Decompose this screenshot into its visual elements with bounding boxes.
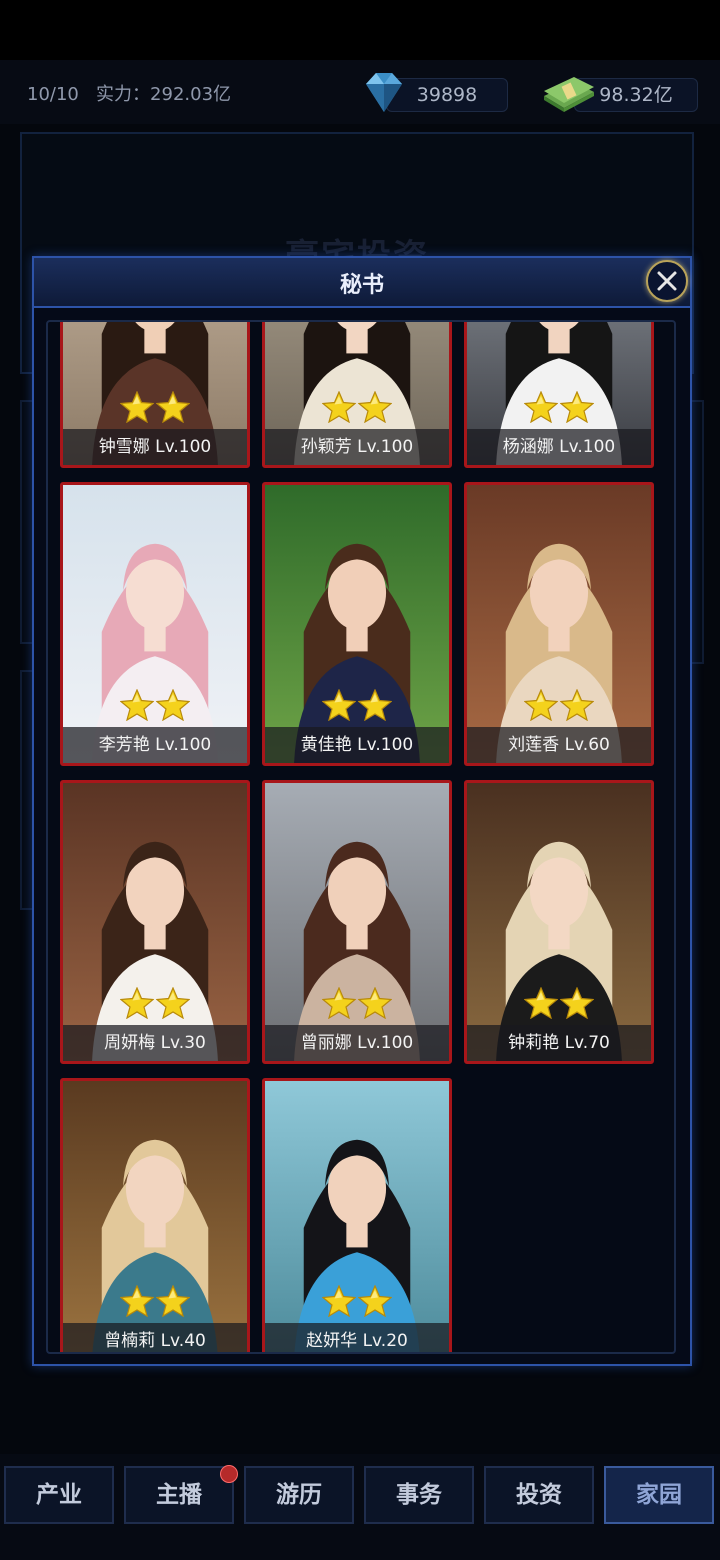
secretary-grid: 钟雪娜 Lv.100 孙颖芳 Lv.100 杨涵娜 Lv.100 李芳艳 Lv.100… [60, 322, 662, 1352]
star-icon [357, 986, 393, 1020]
secretary-card[interactable]: 周妍梅 Lv.30 [60, 780, 250, 1064]
star-rating [63, 688, 247, 725]
secretary-name: 赵妍华 Lv.20 [265, 1323, 449, 1352]
secretary-name: 周妍梅 Lv.30 [63, 1025, 247, 1061]
tab-3[interactable]: 事务 [364, 1466, 474, 1524]
secretary-name: 钟雪娜 Lv.100 [63, 429, 247, 465]
secretary-name: 曾丽娜 Lv.100 [265, 1025, 449, 1061]
star-icon [357, 390, 393, 424]
star-rating [63, 1284, 247, 1321]
star-icon [321, 688, 357, 722]
slot-count: 10/10 [27, 84, 79, 105]
secretary-name: 孙颖芳 Lv.100 [265, 429, 449, 465]
secretary-card[interactable]: 李芳艳 Lv.100 [60, 482, 250, 766]
cash-value: 98.32亿 [599, 84, 673, 106]
star-icon [119, 986, 155, 1020]
star-icon [321, 986, 357, 1020]
star-icon [155, 688, 191, 722]
star-rating [467, 986, 651, 1023]
star-icon [559, 390, 595, 424]
star-icon [321, 390, 357, 424]
tab-1[interactable]: 主播 [124, 1466, 234, 1524]
secretary-name: 钟莉艳 Lv.70 [467, 1025, 651, 1061]
secretary-name: 黄佳艳 Lv.100 [265, 727, 449, 763]
secretary-card[interactable]: 赵妍华 Lv.20 [262, 1078, 452, 1352]
star-rating [63, 986, 247, 1023]
secretary-card[interactable]: 孙颖芳 Lv.100 [262, 322, 452, 468]
secretary-modal: 秘书 钟雪娜 Lv.100 孙颖芳 Lv.100 杨涵娜 Lv.100 李芳艳 Lv.… [32, 256, 692, 1366]
star-icon [523, 688, 559, 722]
notification-badge [220, 1465, 238, 1483]
star-icon [357, 688, 393, 722]
power-label: 实力： [96, 84, 151, 105]
secretary-name: 曾楠莉 Lv.40 [63, 1323, 247, 1352]
star-rating [265, 986, 449, 1023]
tab-5[interactable]: 家园 [604, 1466, 714, 1524]
secretary-name: 李芳艳 Lv.100 [63, 727, 247, 763]
star-icon [155, 1284, 191, 1318]
close-icon [657, 271, 677, 291]
diamond-icon [360, 70, 408, 114]
star-rating [265, 688, 449, 725]
secretary-card[interactable]: 刘莲香 Lv.60 [464, 482, 654, 766]
star-icon [119, 688, 155, 722]
secretary-card[interactable]: 曾楠莉 Lv.40 [60, 1078, 250, 1352]
power-readout: 10/10 实力：292.03亿 [27, 80, 231, 106]
star-rating [63, 390, 247, 427]
power-value: 292.03亿 [150, 84, 232, 105]
star-icon [119, 1284, 155, 1318]
star-icon [155, 390, 191, 424]
tab-0[interactable]: 产业 [4, 1466, 114, 1524]
secretary-card[interactable]: 黄佳艳 Lv.100 [262, 482, 452, 766]
secretary-list[interactable]: 钟雪娜 Lv.100 孙颖芳 Lv.100 杨涵娜 Lv.100 李芳艳 Lv.100… [46, 320, 676, 1354]
secretary-card[interactable]: 曾丽娜 Lv.100 [262, 780, 452, 1064]
secretary-name: 刘莲香 Lv.60 [467, 727, 651, 763]
modal-header: 秘书 [34, 258, 690, 308]
star-icon [523, 986, 559, 1020]
status-bar [0, 0, 720, 60]
star-icon [119, 390, 155, 424]
modal-title: 秘书 [339, 273, 384, 298]
tab-4[interactable]: 投资 [484, 1466, 594, 1524]
star-icon [357, 1284, 393, 1318]
star-rating [467, 688, 651, 725]
star-rating [467, 390, 651, 427]
star-rating [265, 1284, 449, 1321]
secretary-card[interactable]: 钟雪娜 Lv.100 [60, 322, 250, 468]
tab-2[interactable]: 游历 [244, 1466, 354, 1524]
star-icon [321, 1284, 357, 1318]
secretary-card[interactable]: 钟莉艳 Lv.70 [464, 780, 654, 1064]
cash-stack-icon [540, 72, 596, 116]
star-icon [523, 390, 559, 424]
secretary-card[interactable]: 杨涵娜 Lv.100 [464, 322, 654, 468]
close-button[interactable] [646, 260, 688, 302]
gem-value: 39898 [416, 84, 478, 106]
star-icon [155, 986, 191, 1020]
secretary-name: 杨涵娜 Lv.100 [467, 429, 651, 465]
star-rating [265, 390, 449, 427]
star-icon [559, 986, 595, 1020]
star-icon [559, 688, 595, 722]
